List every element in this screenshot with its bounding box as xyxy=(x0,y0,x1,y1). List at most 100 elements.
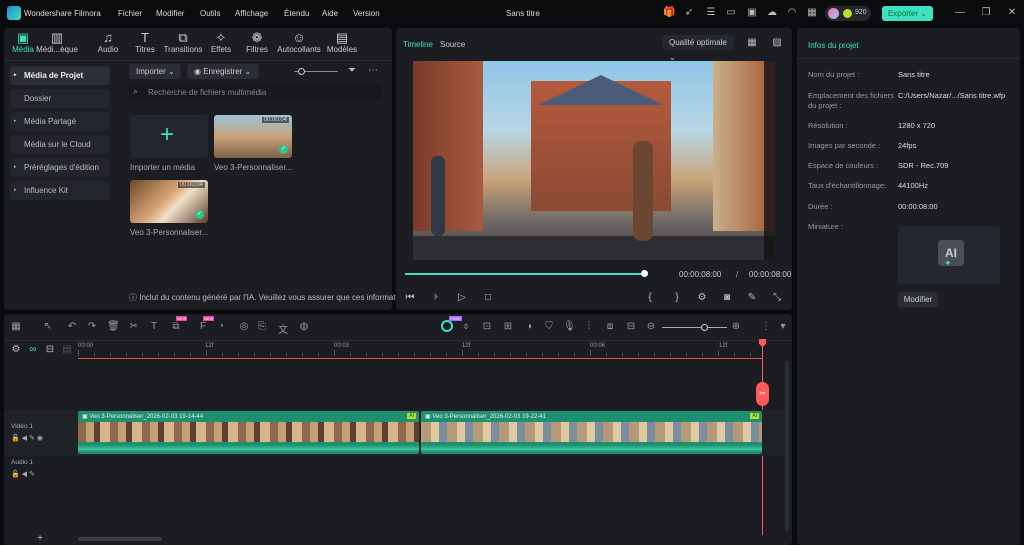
magnet-icon[interactable]: ⊟ xyxy=(44,344,56,356)
modify-thumbnail-button[interactable]: Modifier xyxy=(898,292,938,307)
media-thumbnail[interactable]: 00:00:04 ✓ xyxy=(130,180,208,223)
record-dropdown[interactable]: ◉ Enregistrer ⌄ xyxy=(187,64,259,79)
add-track-icon[interactable]: + xyxy=(34,533,46,545)
detach-icon[interactable]: ⎘ xyxy=(256,321,268,332)
minimize-icon[interactable]: — xyxy=(954,7,966,19)
thumbnail-size-slider[interactable] xyxy=(294,68,338,75)
tab-7[interactable]: ☺ Autocollants xyxy=(277,30,321,54)
redo-icon[interactable]: ↷ xyxy=(86,321,98,332)
video-preview[interactable] xyxy=(413,61,775,260)
translate-icon[interactable]: 文 xyxy=(277,321,289,336)
export-button[interactable]: Exporter ⌄ xyxy=(882,6,933,21)
tab-source[interactable]: Source xyxy=(440,40,465,49)
layout-icon[interactable]: ▭ xyxy=(725,7,737,19)
mixer-icon[interactable]: ⫶ xyxy=(583,321,595,332)
cut-icon[interactable]: ✂ xyxy=(128,321,140,332)
menu-version[interactable]: Version xyxy=(353,9,380,18)
apps-icon[interactable]: ▦ xyxy=(10,321,22,332)
play-icon[interactable]: ▷ xyxy=(456,292,468,304)
pip-icon[interactable]: ⧈ xyxy=(604,321,616,332)
quality-dropdown[interactable]: Qualité optimale ⌄ xyxy=(662,35,734,62)
tab-8[interactable]: ▤ Modèles xyxy=(320,30,364,54)
more-icon[interactable]: ⋯ xyxy=(367,65,379,77)
playback-progress-bar[interactable] xyxy=(405,270,648,277)
zoom-in-icon[interactable]: ⊕ xyxy=(730,321,742,332)
play-reverse-icon[interactable]: ⏵ xyxy=(430,292,442,304)
menu-modifier[interactable]: Modifier xyxy=(156,9,184,18)
snapshot-icon[interactable]: ◙ xyxy=(721,292,733,304)
menu-aide[interactable]: Aide xyxy=(322,9,338,18)
delete-icon[interactable]: 🗑 xyxy=(107,321,120,332)
ai-icon[interactable]: ⌽ xyxy=(460,321,472,332)
import-dropdown[interactable]: Importer ⌄ xyxy=(129,64,181,79)
speaker-icon[interactable]: ◀ xyxy=(22,471,27,478)
zoom-slider[interactable] xyxy=(662,324,727,331)
credits-badge[interactable]: 920 xyxy=(825,6,871,21)
motion-icon[interactable]: ◑ xyxy=(523,321,535,332)
sidebar-item-5[interactable]: ▸ Influence Kit xyxy=(10,181,110,200)
send-icon[interactable]: ➶ xyxy=(683,7,695,19)
gift-icon[interactable]: 🎁 xyxy=(663,7,675,19)
sidebar-item-1[interactable]: Dossier xyxy=(10,89,110,108)
import-media-tile[interactable]: + xyxy=(130,115,208,158)
filter-icon[interactable]: ⏷ xyxy=(346,65,358,77)
scopes-icon[interactable]: ▨ xyxy=(771,37,783,49)
color-icon[interactable]: ◍ xyxy=(298,321,310,332)
save-icon[interactable]: ▣ xyxy=(746,7,758,19)
cloud-upload-icon[interactable]: ☁ xyxy=(766,7,778,19)
mask-icon[interactable]: ◎ xyxy=(238,321,250,332)
eye-icon[interactable]: ◉ xyxy=(37,435,43,442)
link-icon[interactable]: ∞ xyxy=(27,344,39,356)
vertical-scrollbar[interactable] xyxy=(785,361,789,531)
undo-icon[interactable]: ↶ xyxy=(66,321,78,332)
timeline-clip[interactable]: ▣ Veo 3-Personnaliser_2026-02-03 19-14-4… xyxy=(78,411,419,454)
mark-out-icon[interactable]: } xyxy=(671,292,683,304)
horizontal-scrollbar[interactable] xyxy=(78,537,162,541)
ripple-icon[interactable]: ▤ xyxy=(61,344,73,356)
menu-outils[interactable]: Outils xyxy=(200,9,220,18)
media-thumbnail[interactable]: 00:00:04 ✓ xyxy=(214,115,292,158)
mark-in-icon[interactable]: { xyxy=(644,292,656,304)
hide-icon[interactable]: ✎ xyxy=(29,471,35,478)
auto-icon[interactable]: ⊞ xyxy=(502,321,514,332)
lock-icon[interactable]: 🔓 xyxy=(11,435,20,442)
scissors-icon[interactable]: ✂ xyxy=(756,382,769,406)
speaker-icon[interactable]: ◀ xyxy=(22,435,27,442)
lock-icon[interactable]: 🔓 xyxy=(11,471,20,478)
sidebar-item-3[interactable]: Média sur le Cloud xyxy=(10,135,110,154)
render-settings-icon[interactable]: ⚙ xyxy=(696,292,708,304)
close-icon[interactable]: ✕ xyxy=(1006,7,1018,19)
keyframe-icon[interactable]: F xyxy=(197,321,209,332)
text-icon[interactable]: T xyxy=(148,321,160,332)
fullscreen-icon[interactable]: ⤡ xyxy=(771,292,783,304)
track-settings-icon[interactable]: ⚙ xyxy=(10,344,22,356)
dropdown-icon[interactable]: ▾ xyxy=(777,321,789,332)
tab-6[interactable]: ❁ Filtres xyxy=(235,30,279,54)
sidebar-item-0[interactable]: ▸ Média de Projet xyxy=(10,66,110,85)
apps-grid-icon[interactable]: ▦ xyxy=(806,7,818,19)
shield-icon[interactable]: ⛉ xyxy=(543,321,555,332)
menu-etendu[interactable]: Étendu xyxy=(284,9,309,18)
headset-icon[interactable]: ◠ xyxy=(786,7,798,19)
media-search-input[interactable]: ⌕ Recherche de fichiers multimédia xyxy=(129,84,382,100)
marker-icon[interactable]: ⊡ xyxy=(481,321,493,332)
sidebar-item-4[interactable]: ▸ Préréglages d'édition xyxy=(10,158,110,177)
layout-grid-icon[interactable]: ⋮ xyxy=(760,321,772,332)
menu-fichier[interactable]: Fichier xyxy=(118,9,142,18)
speed-icon[interactable]: ◔ xyxy=(215,321,227,332)
stop-icon[interactable]: □ xyxy=(482,292,494,304)
zoom-out-icon[interactable]: ⊖ xyxy=(645,321,657,332)
restore-icon[interactable]: ❐ xyxy=(980,7,992,19)
fit-icon[interactable]: ⊟ xyxy=(625,321,637,332)
menu-affichage[interactable]: Affichage xyxy=(235,9,268,18)
mic-icon[interactable]: 🎙 xyxy=(563,321,576,332)
grid-view-icon[interactable]: ▦ xyxy=(746,37,758,49)
ai-copilot-icon[interactable] xyxy=(441,320,453,332)
crop-icon[interactable]: ⧉ xyxy=(170,321,182,332)
audio-mute-icon[interactable]: ✎ xyxy=(746,292,758,304)
thumbnail-placeholder[interactable]: AI ✦ xyxy=(898,226,1000,284)
timeline-clip[interactable]: ▣ Veo 3-Personnaliser_2026-02-03 19-22-4… xyxy=(421,411,762,454)
tab-1[interactable]: ▥ Médi...èque xyxy=(35,30,79,54)
hide-icon[interactable]: ✎ xyxy=(29,435,35,442)
select-icon[interactable]: ↖ xyxy=(42,321,54,332)
